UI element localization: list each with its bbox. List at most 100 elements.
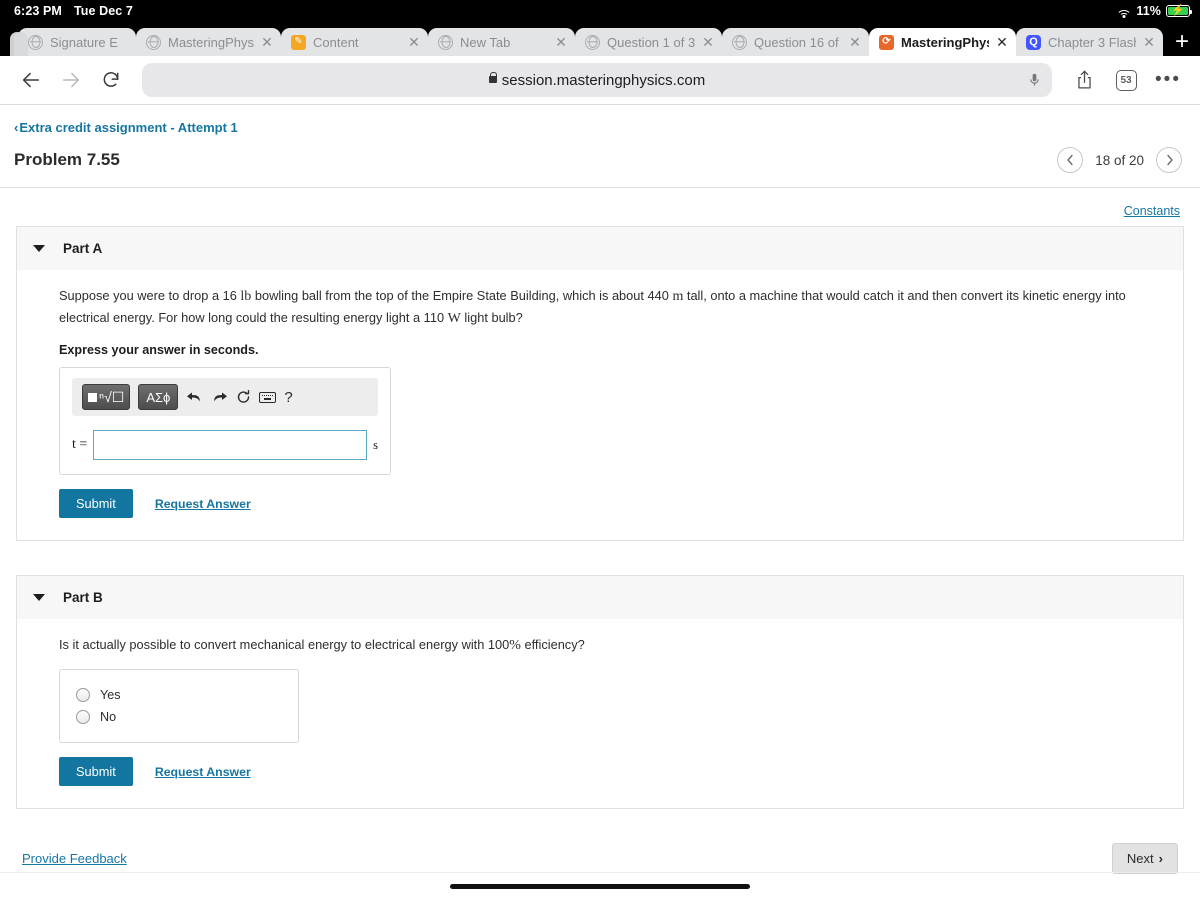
- tab-close-icon[interactable]: ✕: [555, 35, 567, 49]
- battery-charging-icon: ⚡: [1166, 5, 1192, 17]
- browser-tab-signature[interactable]: Signature E: [18, 28, 136, 56]
- ios-status-bar: 6:23 PM Tue Dec 7 11% ⚡: [0, 0, 1200, 22]
- tab-title: Content: [313, 34, 359, 50]
- unit-m: m: [672, 289, 684, 304]
- parts-container: Part A Suppose you were to drop a 16 lb …: [0, 226, 1200, 810]
- address-bar[interactable]: session.masteringphysics.com: [142, 63, 1052, 97]
- question-text-seg1: Suppose you were to drop a 16: [59, 288, 241, 303]
- help-icon[interactable]: ?: [284, 389, 292, 406]
- radio-option-yes[interactable]: Yes: [76, 684, 282, 706]
- part-b-radio-group: Yes No: [59, 669, 299, 744]
- tab-close-icon[interactable]: ✕: [702, 35, 714, 49]
- assignment-back-link[interactable]: ‹ Extra credit assignment - Attempt 1: [14, 120, 238, 135]
- radio-option-no[interactable]: No: [76, 706, 282, 728]
- tab-close-icon[interactable]: ✕: [408, 35, 420, 49]
- part-b-submit-button[interactable]: Submit: [59, 757, 133, 787]
- keyboard-icon[interactable]: [259, 391, 277, 403]
- assignment-link-label: Extra credit assignment - Attempt 1: [19, 120, 238, 135]
- help-glyph: ?: [284, 388, 293, 406]
- tab-count-label: 53: [1115, 69, 1137, 91]
- browser-tab-content[interactable]: ✎ Content ✕: [281, 28, 428, 56]
- browser-tab-masteringphysics-active[interactable]: ⟳ MasteringPhysi ✕: [869, 28, 1016, 56]
- page-title: Problem 7.55: [14, 150, 120, 169]
- answer-input[interactable]: [93, 430, 368, 461]
- variable-label: t =: [72, 437, 88, 453]
- question-text-seg4: light bulb?: [460, 309, 523, 325]
- reset-icon[interactable]: [236, 389, 251, 405]
- part-a-request-answer-link[interactable]: Request Answer: [155, 497, 251, 511]
- share-icon[interactable]: [1066, 63, 1102, 97]
- question-text-seg2: bowling ball from the top of the Empire …: [251, 288, 673, 303]
- part-a-submit-button[interactable]: Submit: [59, 489, 133, 519]
- part-b-body: Is it actually possible to convert mecha…: [16, 619, 1184, 810]
- page-footer: Provide Feedback Next ›: [0, 809, 1200, 875]
- greek-letters-icon[interactable]: ΑΣϕ: [138, 384, 179, 411]
- part-b-request-answer-link[interactable]: Request Answer: [155, 765, 251, 779]
- part-a-question-text: Suppose you were to drop a 16 lb bowling…: [59, 286, 1161, 329]
- tab-stack: Signature E: [10, 28, 136, 56]
- reload-icon[interactable]: [94, 63, 128, 97]
- assignment-breadcrumb: ‹ Extra credit assignment - Attempt 1: [0, 105, 1200, 137]
- back-arrow-icon[interactable]: [14, 63, 48, 97]
- chevron-left-icon: ‹: [14, 120, 19, 135]
- unit-w: W: [447, 310, 461, 326]
- math-toolbar: ⁿ√☐ ΑΣϕ ?: [72, 378, 378, 417]
- greek-letters-label: ΑΣϕ: [146, 389, 171, 405]
- next-button[interactable]: Next ›: [1111, 843, 1178, 875]
- provide-feedback-link[interactable]: Provide Feedback: [22, 851, 127, 866]
- unit-lb: lb: [240, 289, 252, 304]
- part-a-header[interactable]: Part A: [16, 226, 1184, 270]
- radio-option-label: Yes: [100, 688, 121, 703]
- battery-percent-label: 11%: [1136, 4, 1161, 18]
- quizlet-icon: Q: [1026, 34, 1041, 50]
- radio-button[interactable]: [76, 688, 90, 703]
- pager-position-label: 18 of 20: [1095, 152, 1144, 168]
- globe-icon: [585, 34, 600, 50]
- masteringphysics-page: ‹ Extra credit assignment - Attempt 1 Pro…: [0, 105, 1200, 875]
- url-text: session.masteringphysics.com: [501, 71, 706, 89]
- home-indicator[interactable]: [450, 884, 750, 889]
- browser-tab-new-tab[interactable]: New Tab ✕: [428, 28, 575, 56]
- answer-input-row: t = s: [72, 430, 378, 461]
- tab-title: New Tab: [460, 34, 511, 50]
- browser-tab-question-16[interactable]: Question 16 of ✕: [722, 28, 869, 56]
- more-dots-icon[interactable]: •••: [1150, 63, 1186, 97]
- tab-close-icon[interactable]: ✕: [1143, 35, 1155, 49]
- part-b-header[interactable]: Part B: [16, 575, 1184, 620]
- problem-pager: 18 of 20: [1057, 147, 1182, 173]
- microphone-icon[interactable]: [1027, 71, 1042, 89]
- part-a-label: Part A: [63, 241, 103, 256]
- pager-next-button[interactable]: [1156, 147, 1182, 173]
- next-button-label: Next: [1126, 851, 1154, 867]
- lock-icon: [488, 72, 498, 83]
- radio-button[interactable]: [76, 710, 90, 725]
- undo-icon[interactable]: [186, 390, 203, 405]
- browser-tab-question-1[interactable]: Question 1 of 3 ✕: [575, 28, 722, 56]
- tab-count-button[interactable]: 53: [1108, 63, 1144, 97]
- forward-arrow-icon[interactable]: [54, 63, 88, 97]
- status-time: 6:23 PM: [14, 4, 62, 18]
- redo-icon[interactable]: [211, 390, 228, 405]
- caret-down-icon[interactable]: [33, 245, 45, 252]
- chevron-right-icon: ›: [1158, 851, 1163, 867]
- constants-link[interactable]: Constants: [1124, 204, 1180, 218]
- percent-symbol: %: [509, 638, 521, 654]
- part-b-question-text: Is it actually possible to convert mecha…: [59, 635, 1161, 657]
- tab-close-icon[interactable]: ✕: [849, 35, 861, 49]
- tab-title: Chapter 3 Flash: [1048, 34, 1136, 50]
- globe-icon: [438, 34, 453, 50]
- browser-tab-masteringphysics-1[interactable]: MasteringPhysi ✕: [136, 28, 281, 56]
- tab-close-icon[interactable]: ✕: [261, 35, 273, 49]
- tab-close-icon[interactable]: ✕: [996, 35, 1008, 49]
- status-date: Tue Dec 7: [73, 4, 133, 18]
- new-tab-button[interactable]: +: [1163, 28, 1200, 56]
- tab-title: Question 16 of: [754, 34, 839, 50]
- wifi-icon: [1116, 5, 1132, 18]
- browser-tab-chapter-3-flashcards[interactable]: Q Chapter 3 Flash ✕: [1016, 28, 1163, 56]
- unit-seconds-label: s: [373, 437, 378, 452]
- browser-tab-strip: Signature E MasteringPhysi ✕ ✎ Content ✕…: [0, 22, 1200, 56]
- math-template-icon[interactable]: ⁿ√☐: [82, 384, 131, 411]
- caret-down-icon[interactable]: [33, 594, 45, 602]
- pager-prev-button[interactable]: [1057, 147, 1084, 173]
- masteringphysics-icon: ⟳: [879, 34, 894, 50]
